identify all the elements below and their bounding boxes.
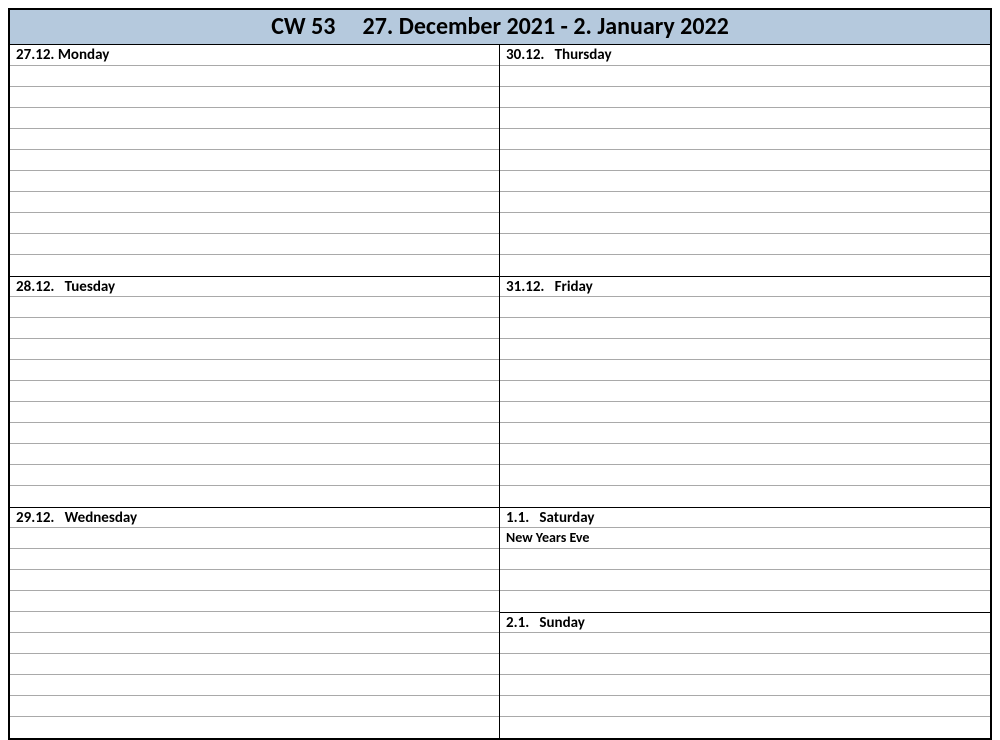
entry-slot[interactable] [10, 717, 499, 738]
day-header: 27.12. Monday [10, 45, 499, 66]
entry-slot[interactable] [500, 591, 990, 612]
entry-slot[interactable] [500, 108, 990, 129]
entry-slot[interactable] [10, 654, 499, 675]
entry-slot[interactable] [500, 633, 990, 654]
entry-slot[interactable] [500, 297, 990, 318]
left-column: 27.12. Monday 28.12. Tuesday 29.12. Wednes… [10, 45, 500, 738]
entry-slot[interactable] [10, 486, 499, 507]
entry-slot[interactable] [10, 423, 499, 444]
entry-slot[interactable] [10, 549, 499, 570]
entry-slot[interactable] [500, 444, 990, 465]
entry-slot[interactable] [500, 87, 990, 108]
entry-slot[interactable] [10, 696, 499, 717]
day-block: 27.12. Monday [10, 45, 499, 276]
entry-slot[interactable] [500, 696, 990, 717]
entry-slot[interactable] [10, 339, 499, 360]
entry-slot[interactable] [10, 612, 499, 633]
entry-slot[interactable] [500, 486, 990, 507]
entry-slot[interactable] [10, 234, 499, 255]
entry-slot[interactable] [500, 150, 990, 171]
entry-slot[interactable] [500, 570, 990, 591]
entry-slot[interactable] [10, 255, 499, 276]
entry-slot[interactable] [10, 297, 499, 318]
entry-slot[interactable] [500, 381, 990, 402]
planner-grid: 27.12. Monday 28.12. Tuesday 29.12. Wednes… [10, 45, 990, 738]
entry-slot[interactable] [500, 402, 990, 423]
entry-slot[interactable] [10, 150, 499, 171]
entry-slot[interactable] [500, 465, 990, 486]
right-column: 30.12. Thursday 31.12. Friday 1.1. Saturda… [500, 45, 990, 738]
entry-slot[interactable] [10, 129, 499, 150]
weekly-planner: CW 53 27. December 2021 - 2. January 202… [8, 8, 992, 740]
entry-slot[interactable] [500, 654, 990, 675]
entry-slot[interactable] [10, 108, 499, 129]
day-header: 31.12. Friday [500, 276, 990, 297]
entry-slot[interactable] [500, 66, 990, 87]
day-block: 1.1. SaturdayNew Years Eve [500, 507, 990, 612]
entry-slot[interactable] [500, 360, 990, 381]
entry-slot[interactable] [500, 339, 990, 360]
entry-slot[interactable] [10, 318, 499, 339]
day-header: 28.12. Tuesday [10, 276, 499, 297]
entry-slot[interactable] [10, 591, 499, 612]
day-header: 1.1. Saturday [500, 507, 990, 528]
entry-slot[interactable] [10, 213, 499, 234]
entry-slot[interactable] [10, 171, 499, 192]
day-block: 29.12. Wednesday [10, 507, 499, 738]
day-block: 30.12. Thursday [500, 45, 990, 276]
entry-slot[interactable] [500, 549, 990, 570]
entry-slot[interactable] [500, 318, 990, 339]
day-block: 28.12. Tuesday [10, 276, 499, 507]
entry-slot[interactable] [10, 675, 499, 696]
day-header: 2.1. Sunday [500, 612, 990, 633]
entry-slot[interactable]: New Years Eve [500, 528, 990, 549]
day-block: 31.12. Friday [500, 276, 990, 507]
entry-slot[interactable] [10, 465, 499, 486]
day-header: 29.12. Wednesday [10, 507, 499, 528]
entry-slot[interactable] [10, 444, 499, 465]
day-block: 2.1. Sunday [500, 612, 990, 738]
entry-slot[interactable] [10, 570, 499, 591]
entry-slot[interactable] [500, 675, 990, 696]
entry-slot[interactable] [10, 66, 499, 87]
day-header: 30.12. Thursday [500, 45, 990, 66]
entry-slot[interactable] [10, 192, 499, 213]
page-title: CW 53 27. December 2021 - 2. January 202… [10, 10, 990, 45]
entry-slot[interactable] [10, 381, 499, 402]
entry-slot[interactable] [500, 234, 990, 255]
entry-slot[interactable] [10, 528, 499, 549]
entry-slot[interactable] [10, 402, 499, 423]
entry-slot[interactable] [10, 633, 499, 654]
entry-slot[interactable] [10, 87, 499, 108]
entry-slot[interactable] [500, 213, 990, 234]
entry-slot[interactable] [10, 360, 499, 381]
entry-slot[interactable] [500, 255, 990, 276]
entry-slot[interactable] [500, 717, 990, 738]
entry-slot[interactable] [500, 192, 990, 213]
entry-slot[interactable] [500, 423, 990, 444]
entry-slot[interactable] [500, 171, 990, 192]
entry-slot[interactable] [500, 129, 990, 150]
